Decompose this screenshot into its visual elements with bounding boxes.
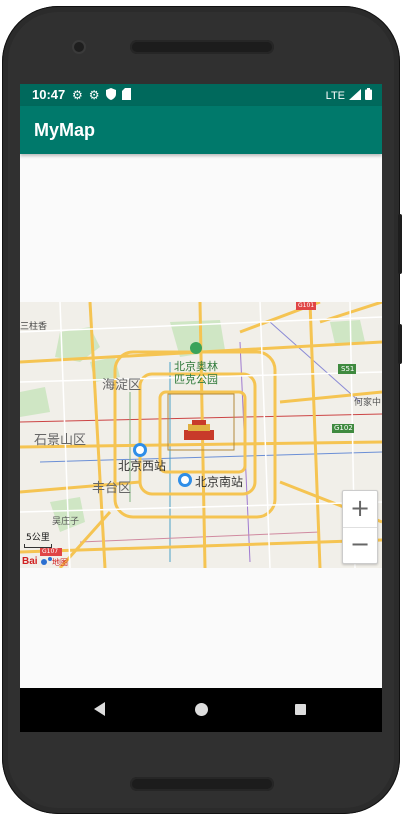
map-label-olympic-park-2: 匹克公园	[174, 373, 218, 386]
zoom-in-button[interactable]: +	[343, 491, 377, 528]
map-shield-s51: S51	[341, 365, 355, 373]
map-shield-g102: G102	[334, 424, 353, 432]
map-label-beijing-west: 北京西站	[118, 459, 167, 473]
map-label-hejia: 何家中	[354, 398, 382, 408]
map-label-fengtai: 丰台区	[92, 481, 132, 496]
tiananmen-icon	[184, 420, 214, 440]
recents-icon[interactable]	[295, 704, 306, 715]
gear-icon: ⚙	[72, 88, 83, 102]
battery-icon	[365, 88, 372, 103]
app-title: MyMap	[34, 120, 96, 140]
signal-icon	[349, 88, 361, 103]
map-label-district: 三柱香	[20, 322, 48, 332]
map-label-wuzhuang: 吴庄子	[52, 517, 80, 527]
top-speaker	[130, 40, 274, 54]
screen: 10:47 ⚙ ⚙ LTE MyMap 三柱香 北京奥林 匹克公园 海淀区 石景…	[20, 84, 382, 732]
map-shield-g107: G107	[42, 548, 59, 555]
map-label-haidian: 海淀区	[102, 378, 142, 393]
map-scale-label: 5公里	[26, 533, 50, 543]
power-button	[398, 324, 402, 364]
volume-button	[398, 214, 402, 274]
front-camera	[74, 42, 84, 52]
network-type: LTE	[325, 89, 345, 102]
zoom-controls: + −	[342, 490, 378, 564]
status-system-icons: LTE	[326, 88, 372, 103]
status-notification-icons: ⚙ ⚙	[72, 88, 131, 103]
back-icon[interactable]	[94, 702, 105, 716]
gear-icon: ⚙	[88, 88, 100, 102]
map-scale-bar	[24, 544, 52, 548]
bottom-speaker	[130, 777, 274, 791]
map-label-shijingshan: 石景山区	[34, 433, 87, 448]
status-time: 10:47	[32, 87, 66, 102]
navigation-bar	[20, 688, 382, 732]
status-bar: 10:47 ⚙ ⚙ LTE	[20, 84, 382, 106]
zoom-out-button[interactable]: −	[343, 527, 377, 563]
map-view[interactable]: 三柱香 北京奥林 匹克公园 海淀区 石景山区 北京西站 丰台区 北京南站 何家中…	[20, 302, 382, 568]
baidu-logo-suffix: 地图	[52, 558, 68, 567]
map-shield-g101: G101	[298, 302, 315, 309]
app-bar: MyMap	[20, 106, 382, 154]
shield-icon	[105, 88, 116, 103]
home-icon[interactable]	[195, 703, 208, 716]
baidu-logo: Bai	[22, 556, 38, 567]
sd-card-icon	[121, 88, 131, 103]
map-label-beijing-south: 北京南站	[195, 475, 244, 489]
baidu-logo-paw	[41, 557, 52, 565]
